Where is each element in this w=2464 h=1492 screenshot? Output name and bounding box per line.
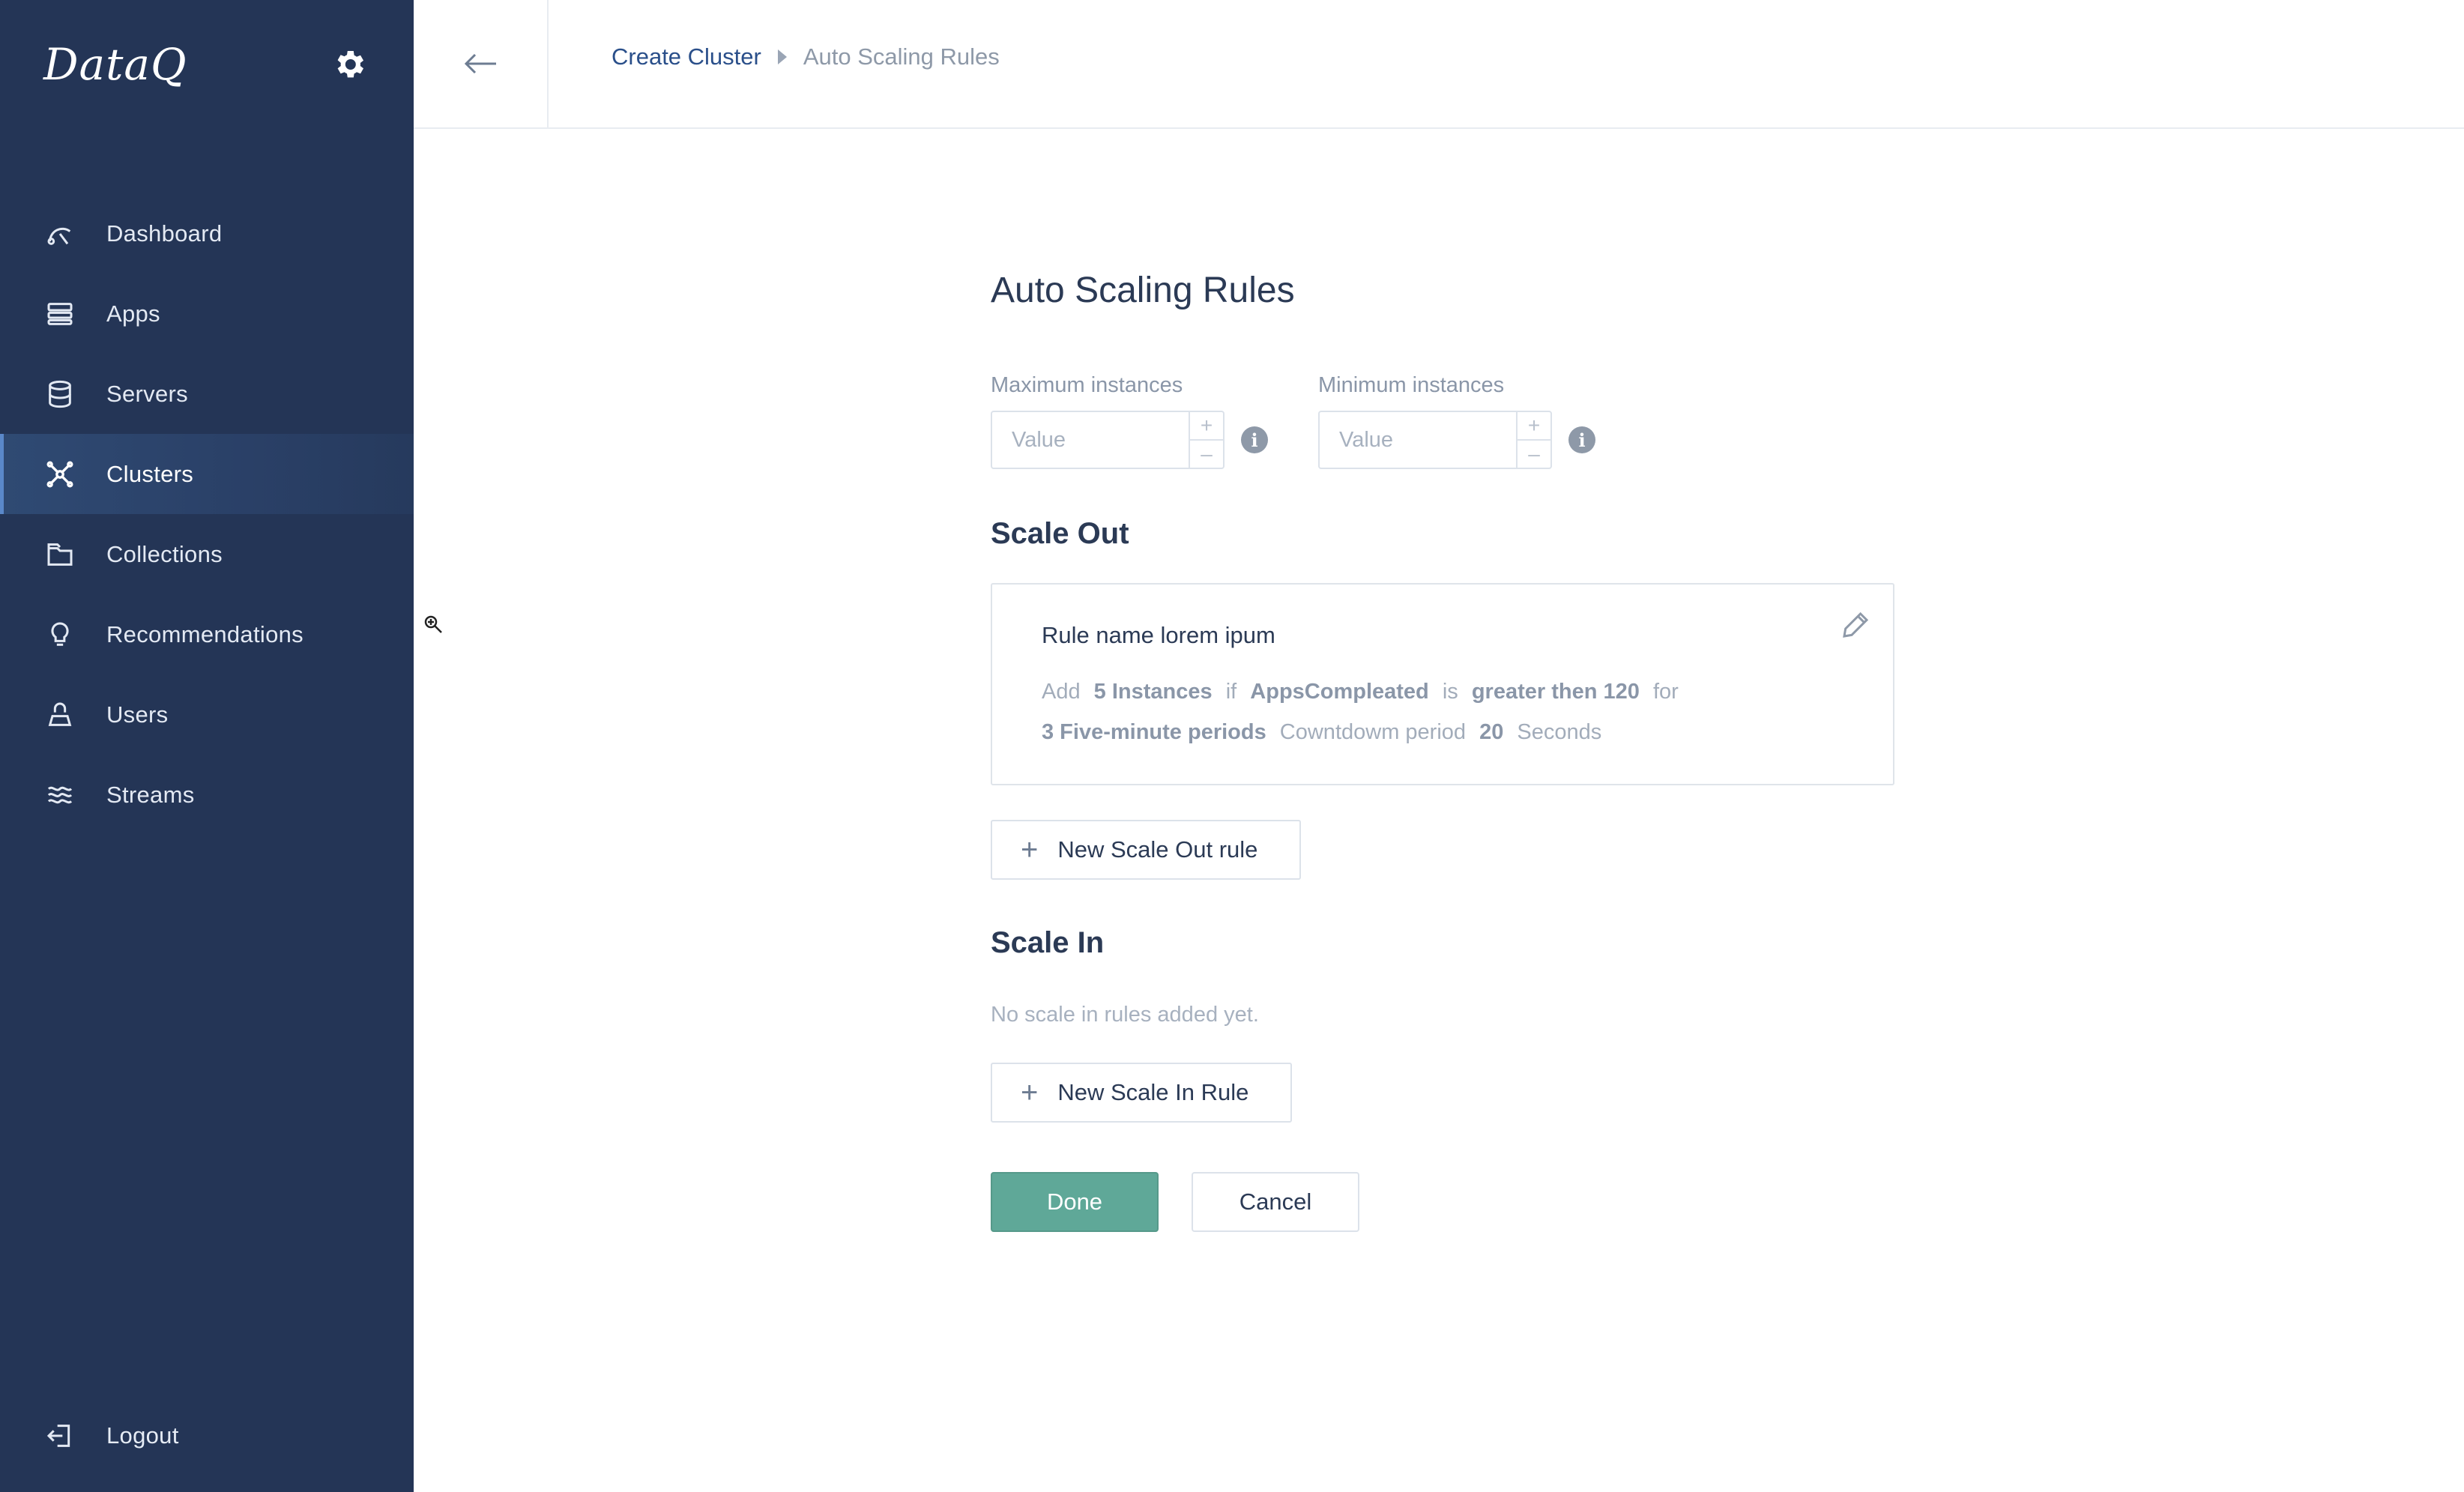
rule-metric: AppsCompleated — [1250, 680, 1429, 704]
breadcrumb-current: Auto Scaling Rules — [803, 43, 1000, 70]
settings-button[interactable] — [331, 46, 367, 82]
sidebar-item-label: Users — [106, 701, 169, 728]
rule-text: for — [1652, 680, 1679, 704]
main-content: Auto Scaling Rules Maximum instances + –… — [991, 270, 1897, 1232]
sidebar-item-label: Dashboard — [106, 220, 223, 247]
max-instances-stepper: + – — [991, 411, 1225, 469]
sidebar-nav: Dashboard Apps Servers Clusters Collecti… — [0, 193, 414, 835]
page-title: Auto Scaling Rules — [991, 271, 1295, 310]
min-instances-increment-button[interactable]: + — [1518, 412, 1550, 441]
logout-icon — [43, 1419, 76, 1452]
info-icon[interactable]: i — [1568, 426, 1595, 453]
back-button[interactable] — [414, 0, 549, 127]
scale-out-rule-card: Rule name lorem ipum Add 5 Instances if … — [991, 583, 1894, 785]
max-instances-group: Maximum instances + – i — [991, 373, 1318, 469]
rule-text: if — [1225, 680, 1237, 704]
sidebar: DataQ Dashboard Apps Servers Clusters Co… — [0, 0, 414, 1492]
cancel-button[interactable]: Cancel — [1192, 1172, 1359, 1232]
app-root: DataQ Dashboard Apps Servers Clusters Co… — [0, 0, 2464, 1492]
breadcrumb: Create Cluster Auto Scaling Rules — [612, 43, 1000, 70]
breadcrumb-separator-icon — [777, 49, 787, 64]
rule-text: Add — [1042, 680, 1081, 704]
breadcrumb-create-cluster[interactable]: Create Cluster — [612, 43, 761, 70]
rule-text: is — [1442, 680, 1458, 704]
sidebar-item-label: Clusters — [106, 460, 194, 487]
max-instances-input[interactable] — [992, 412, 1189, 468]
info-icon[interactable]: i — [1241, 426, 1268, 453]
zoom-cursor-icon — [424, 615, 442, 633]
rule-periods: 3 Five-minute periods — [1042, 720, 1266, 744]
min-instances-group: Minimum instances + – i — [1318, 373, 1646, 469]
sidebar-item-label: Apps — [106, 300, 160, 327]
max-instances-decrement-button[interactable]: – — [1190, 441, 1223, 468]
users-icon — [43, 698, 76, 731]
new-scale-in-rule-label: New Scale In Rule — [1057, 1079, 1249, 1105]
rule-description: Add 5 Instances if AppsCompleated is gre… — [1042, 671, 1866, 752]
max-instances-increment-button[interactable]: + — [1190, 412, 1223, 441]
apps-icon — [43, 298, 76, 330]
recommendations-icon — [43, 618, 76, 651]
clusters-icon — [43, 458, 76, 491]
min-instances-decrement-button[interactable]: – — [1518, 441, 1550, 468]
max-instances-label: Maximum instances — [991, 373, 1183, 397]
logout-label: Logout — [106, 1422, 179, 1449]
logout-button[interactable]: Logout — [0, 1397, 414, 1475]
rule-name: Rule name lorem ipum — [1042, 622, 1275, 648]
scale-in-empty-text: No scale in rules added yet. — [991, 1003, 1259, 1027]
instances-row: Maximum instances + – i Minimum instance… — [991, 373, 1646, 469]
sidebar-item-servers[interactable]: Servers — [0, 354, 414, 434]
dashboard-icon — [43, 217, 76, 250]
rule-cooldown-value: 20 — [1479, 720, 1504, 744]
sidebar-item-label: Servers — [106, 380, 188, 407]
sidebar-item-recommendations[interactable]: Recommendations — [0, 594, 414, 674]
min-instances-input[interactable] — [1320, 412, 1516, 468]
min-instances-label: Minimum instances — [1318, 373, 1505, 397]
sidebar-item-users[interactable]: Users — [0, 674, 414, 755]
servers-icon — [43, 378, 76, 411]
sidebar-item-apps[interactable]: Apps — [0, 274, 414, 354]
rule-instances: 5 Instances — [1093, 680, 1213, 704]
new-scale-out-rule-label: New Scale Out rule — [1057, 836, 1258, 863]
scale-in-title: Scale In — [991, 926, 1105, 959]
edit-rule-button[interactable] — [1841, 610, 1870, 640]
sidebar-item-collections[interactable]: Collections — [0, 514, 414, 594]
sidebar-item-label: Collections — [106, 540, 223, 567]
collections-icon — [43, 538, 76, 571]
sidebar-item-label: Streams — [106, 781, 195, 808]
plus-icon: + — [1021, 833, 1039, 866]
plus-icon: + — [1021, 1076, 1039, 1109]
top-bar: Create Cluster Auto Scaling Rules — [414, 0, 2464, 129]
sidebar-item-dashboard[interactable]: Dashboard — [0, 193, 414, 274]
new-scale-out-rule-button[interactable]: + New Scale Out rule — [991, 820, 1302, 880]
sidebar-item-streams[interactable]: Streams — [0, 755, 414, 835]
sidebar-item-label: Recommendations — [106, 620, 304, 647]
arrow-left-icon — [464, 53, 496, 74]
gear-icon — [337, 51, 363, 78]
new-scale-in-rule-button[interactable]: + New Scale In Rule — [991, 1063, 1293, 1123]
streams-icon — [43, 779, 76, 812]
scale-out-title: Scale Out — [991, 517, 1129, 550]
sidebar-item-clusters[interactable]: Clusters — [0, 434, 414, 514]
rule-cooldown-unit: Seconds — [1517, 720, 1602, 744]
min-instances-stepper: + – — [1318, 411, 1552, 469]
pencil-icon — [1843, 611, 1869, 638]
rule-cooldown-label: Cowntdowm period — [1279, 720, 1467, 744]
rule-condition: greater then 120 — [1471, 680, 1640, 704]
logo: DataQ — [43, 39, 187, 90]
done-button[interactable]: Done — [991, 1172, 1159, 1232]
